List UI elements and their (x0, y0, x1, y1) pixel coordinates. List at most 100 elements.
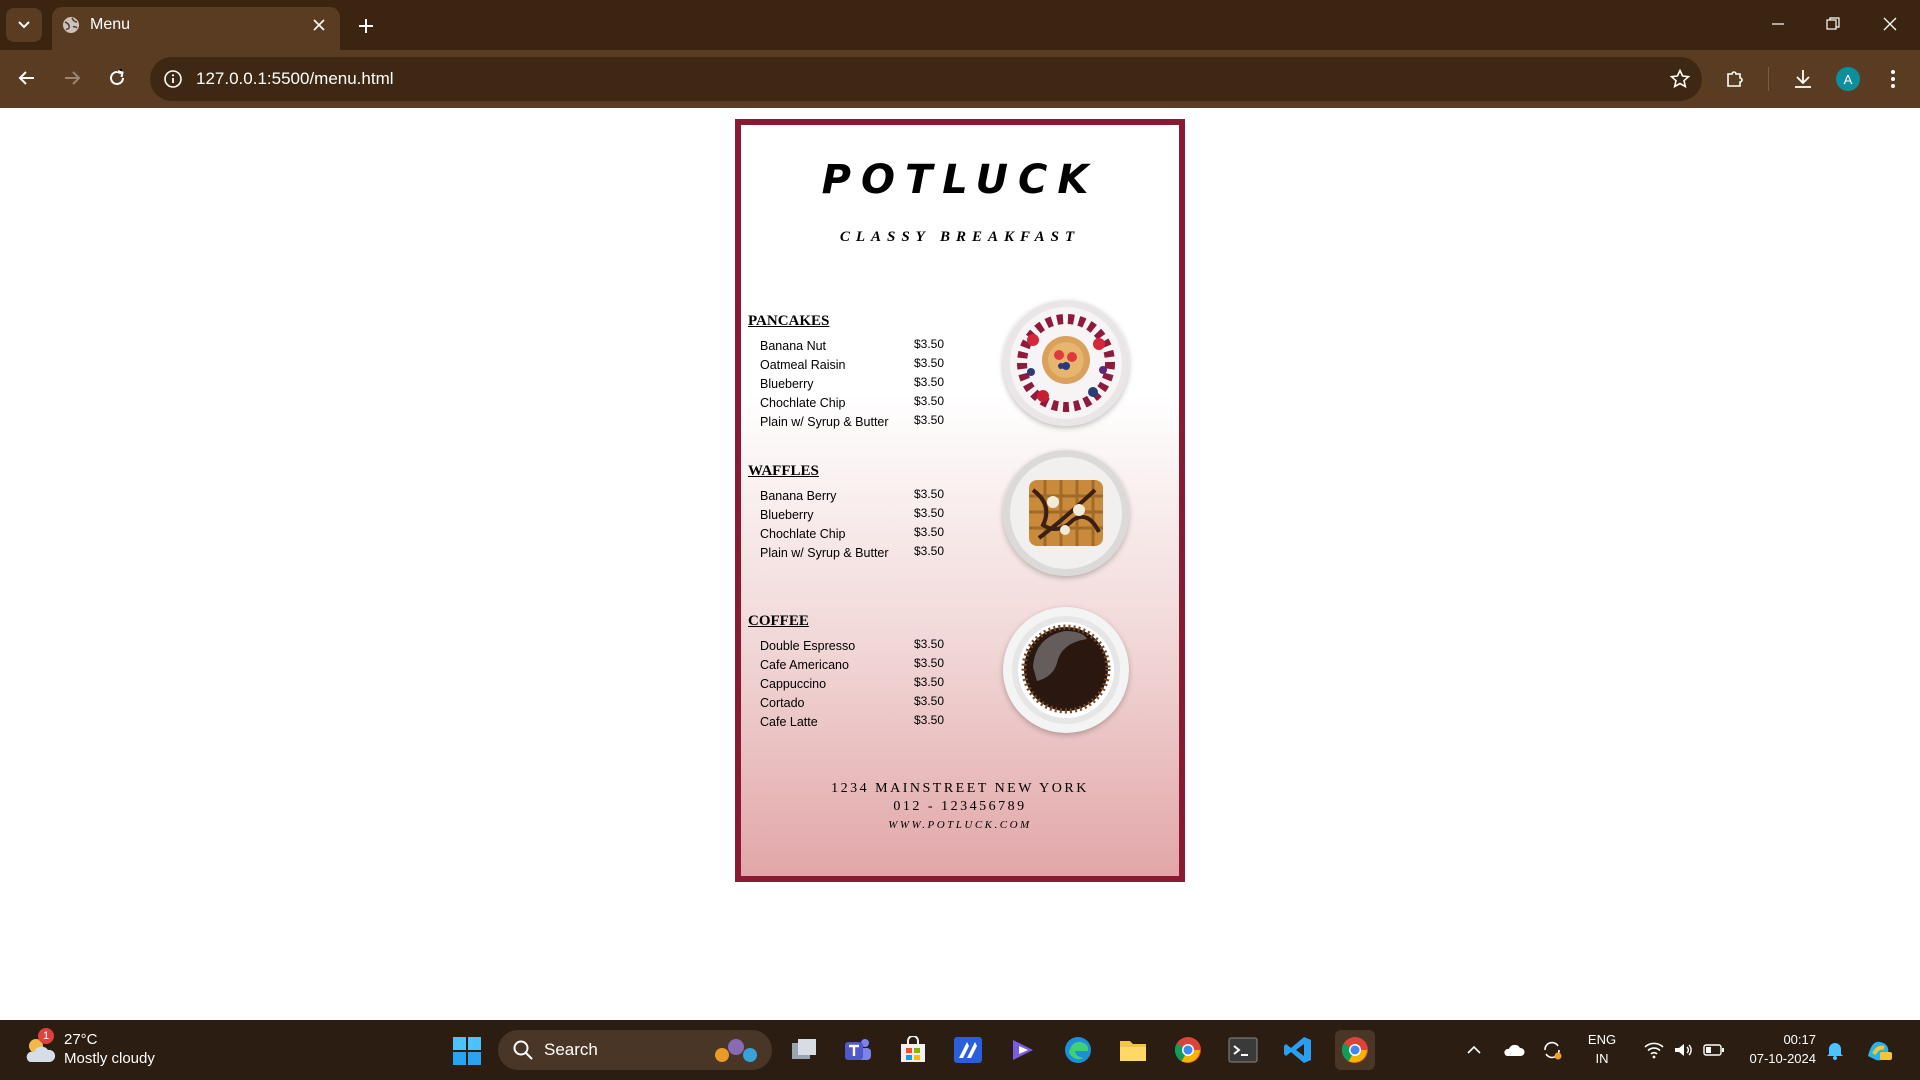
menu-item: Cappuccino $3.50 (748, 675, 978, 694)
item-price: $3.50 (914, 487, 945, 501)
item-name: Chochlate Chip (760, 527, 846, 541)
chrome-icon (1341, 1037, 1368, 1063)
address: 1234 MAINSTREET NEW YORK (831, 781, 1089, 796)
info-icon (164, 70, 182, 88)
pancake-plate-image (1003, 300, 1129, 426)
copilot-tray[interactable] (1862, 1036, 1896, 1064)
page-viewport: POTLUCK CLASSY BREAKFAST PANCAKES Banana… (0, 108, 1920, 1020)
start-button[interactable] (452, 1036, 482, 1066)
item-price: $3.50 (914, 506, 945, 520)
edge-icon (1065, 1037, 1091, 1063)
reload-button[interactable] (102, 63, 132, 93)
minimize-button[interactable] (1760, 8, 1796, 40)
item-name: Oatmeal Raisin (760, 358, 846, 372)
search-highlight-icon (715, 1039, 757, 1062)
chevron-down-icon (18, 21, 30, 29)
menu-item: Cortado $3.50 (748, 694, 978, 713)
forward-button[interactable] (57, 63, 87, 93)
waffle-plate-image (1003, 450, 1129, 576)
taskbar-search[interactable]: Search (498, 1030, 772, 1070)
item-name: Cappuccino (760, 677, 827, 691)
app-icon (954, 1037, 982, 1063)
arrow-right-icon (65, 71, 81, 85)
bell-icon (1827, 1043, 1843, 1060)
language-indicator[interactable]: ENG IN (1582, 1030, 1622, 1068)
tab-search-button[interactable] (6, 8, 42, 42)
sync-tray[interactable] (1538, 1036, 1566, 1064)
section-pancakes: PANCAKES Banana Nut $3.50 Oatmeal Raisin $… (748, 313, 978, 432)
section-title: PANCAKES (748, 313, 830, 329)
menu-item: Plain w/ Syrup & Butter $3.50 (748, 544, 978, 563)
puzzle-icon (1727, 71, 1743, 87)
clock-time: 00:17 (1783, 1032, 1816, 1047)
bookmark-button[interactable] (1668, 67, 1692, 91)
phone-number: 012 - 123456789 (893, 799, 1027, 814)
downloads-button[interactable] (1788, 64, 1818, 94)
item-name: Plain w/ Syrup & Butter (760, 546, 889, 560)
minimize-icon (1772, 23, 1784, 25)
menu-item: Double Espresso $3.50 (748, 637, 978, 656)
item-price: $3.50 (914, 637, 945, 651)
cloud-icon (1504, 1044, 1525, 1056)
teams-app[interactable] (840, 1032, 876, 1068)
item-name: Chochlate Chip (760, 396, 846, 410)
edge-app[interactable] (1060, 1032, 1096, 1068)
restore-button[interactable] (1815, 8, 1851, 40)
terminal-app[interactable] (1225, 1032, 1261, 1068)
item-name: Cortado (760, 696, 805, 710)
clock[interactable]: 00:17 07-10-2024 (1734, 1030, 1817, 1068)
app-launcher[interactable] (950, 1032, 986, 1068)
extensions-button[interactable] (1720, 64, 1750, 94)
back-button[interactable] (12, 63, 42, 93)
item-price: $3.50 (914, 525, 945, 539)
battery-icon (1703, 1044, 1724, 1056)
new-tab-button[interactable] (352, 12, 380, 40)
language-code: ENG (1587, 1032, 1617, 1047)
browser-menu-button[interactable] (1878, 64, 1908, 94)
plus-icon (359, 19, 373, 33)
teams-icon (845, 1039, 871, 1060)
tagline: CLASSY BREAKFAST (839, 229, 1081, 245)
copilot-icon (1013, 1040, 1033, 1060)
item-price: $3.50 (914, 656, 945, 670)
chrome-app[interactable] (1170, 1032, 1206, 1068)
task-view-button[interactable] (786, 1032, 822, 1068)
item-name: Double Espresso (760, 639, 856, 653)
menu-item: Oatmeal Raisin $3.50 (748, 356, 978, 375)
weather-widget[interactable]: 1 27°C Mostly cloudy (22, 1028, 162, 1072)
profile-avatar[interactable]: A (1836, 67, 1860, 91)
copilot-app[interactable] (1005, 1032, 1041, 1068)
windows-logo-icon (453, 1037, 481, 1065)
clock-date: 07-10-2024 (1749, 1051, 1817, 1066)
menu-item: Banana Berry $3.50 (748, 487, 978, 506)
item-name: Banana Berry (760, 489, 837, 503)
chrome-active-app[interactable] (1335, 1030, 1375, 1070)
address-bar[interactable]: 127.0.0.1:5500/menu.html (150, 57, 1702, 101)
coffee-photo (1003, 607, 1129, 733)
menu-card: POTLUCK CLASSY BREAKFAST PANCAKES Banana… (735, 119, 1185, 882)
file-explorer-app[interactable] (1115, 1032, 1151, 1068)
menu-item: Cafe Americano $3.50 (748, 656, 978, 675)
onedrive-tray[interactable] (1500, 1036, 1528, 1064)
toolbar-divider (1768, 67, 1769, 91)
store-app[interactable] (895, 1032, 931, 1068)
tab-menu[interactable]: Menu (52, 7, 340, 50)
item-name: Plain w/ Syrup & Butter (760, 415, 889, 429)
download-icon (1795, 70, 1811, 88)
tab-close-button[interactable] (308, 14, 330, 36)
folder-icon (1120, 1041, 1146, 1061)
item-name: Cafe Latte (760, 715, 818, 729)
close-window-button[interactable] (1872, 8, 1908, 40)
close-icon (1883, 17, 1897, 31)
section-waffles: WAFFLES Banana Berry $3.50 Blueberry $3.50… (748, 463, 978, 563)
sync-icon (1544, 1041, 1562, 1060)
item-price: $3.50 (914, 713, 945, 727)
notifications-button[interactable] (1824, 1036, 1846, 1064)
quick-settings[interactable] (1636, 1036, 1732, 1064)
show-hidden-icons-button[interactable] (1462, 1036, 1486, 1064)
vscode-app[interactable] (1280, 1032, 1316, 1068)
region-code: IN (1595, 1051, 1609, 1066)
site-info-button[interactable] (161, 67, 185, 91)
item-price: $3.50 (914, 544, 945, 558)
item-price: $3.50 (914, 356, 945, 370)
